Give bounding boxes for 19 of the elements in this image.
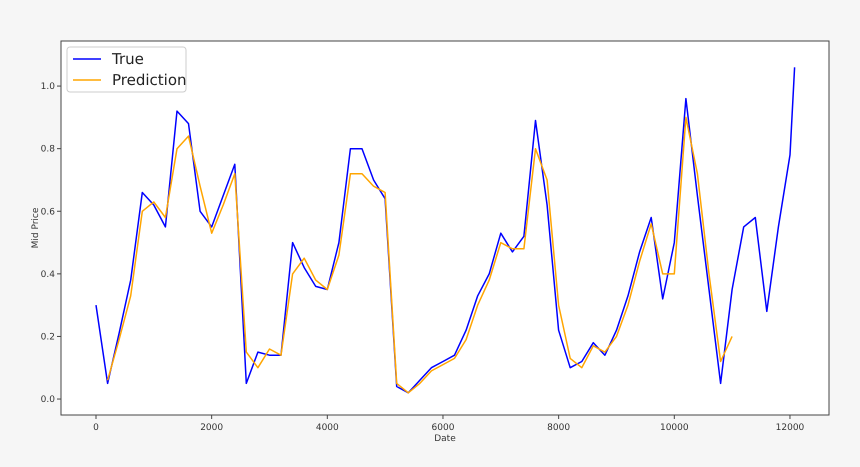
legend-label: True	[112, 50, 144, 68]
legend-line	[73, 58, 101, 60]
x-tick-label: 10000	[660, 423, 689, 433]
legend-line	[73, 79, 101, 81]
x-tick-label: 2000	[200, 423, 224, 433]
legend-label: Prediction	[112, 71, 187, 89]
y-tick-label: 0.0	[40, 395, 55, 406]
x-tick-label: 8000	[547, 423, 570, 433]
y-tick-label: 0.8	[40, 144, 55, 155]
y-axis-label: Mid Price	[31, 208, 41, 248]
x-tick-label: 12000	[776, 423, 804, 433]
x-tick-label: 4000	[316, 423, 339, 433]
x-tick-label: 6000	[432, 423, 454, 433]
x-axis-label: Date	[434, 434, 456, 444]
y-tick-label: 0.4	[40, 270, 55, 280]
y-tick-label: 1.0	[40, 82, 55, 92]
x-tick-label: 0	[93, 423, 99, 433]
y-tick-label: 0.2	[40, 332, 55, 342]
y-tick-label: 0.6	[40, 207, 55, 218]
